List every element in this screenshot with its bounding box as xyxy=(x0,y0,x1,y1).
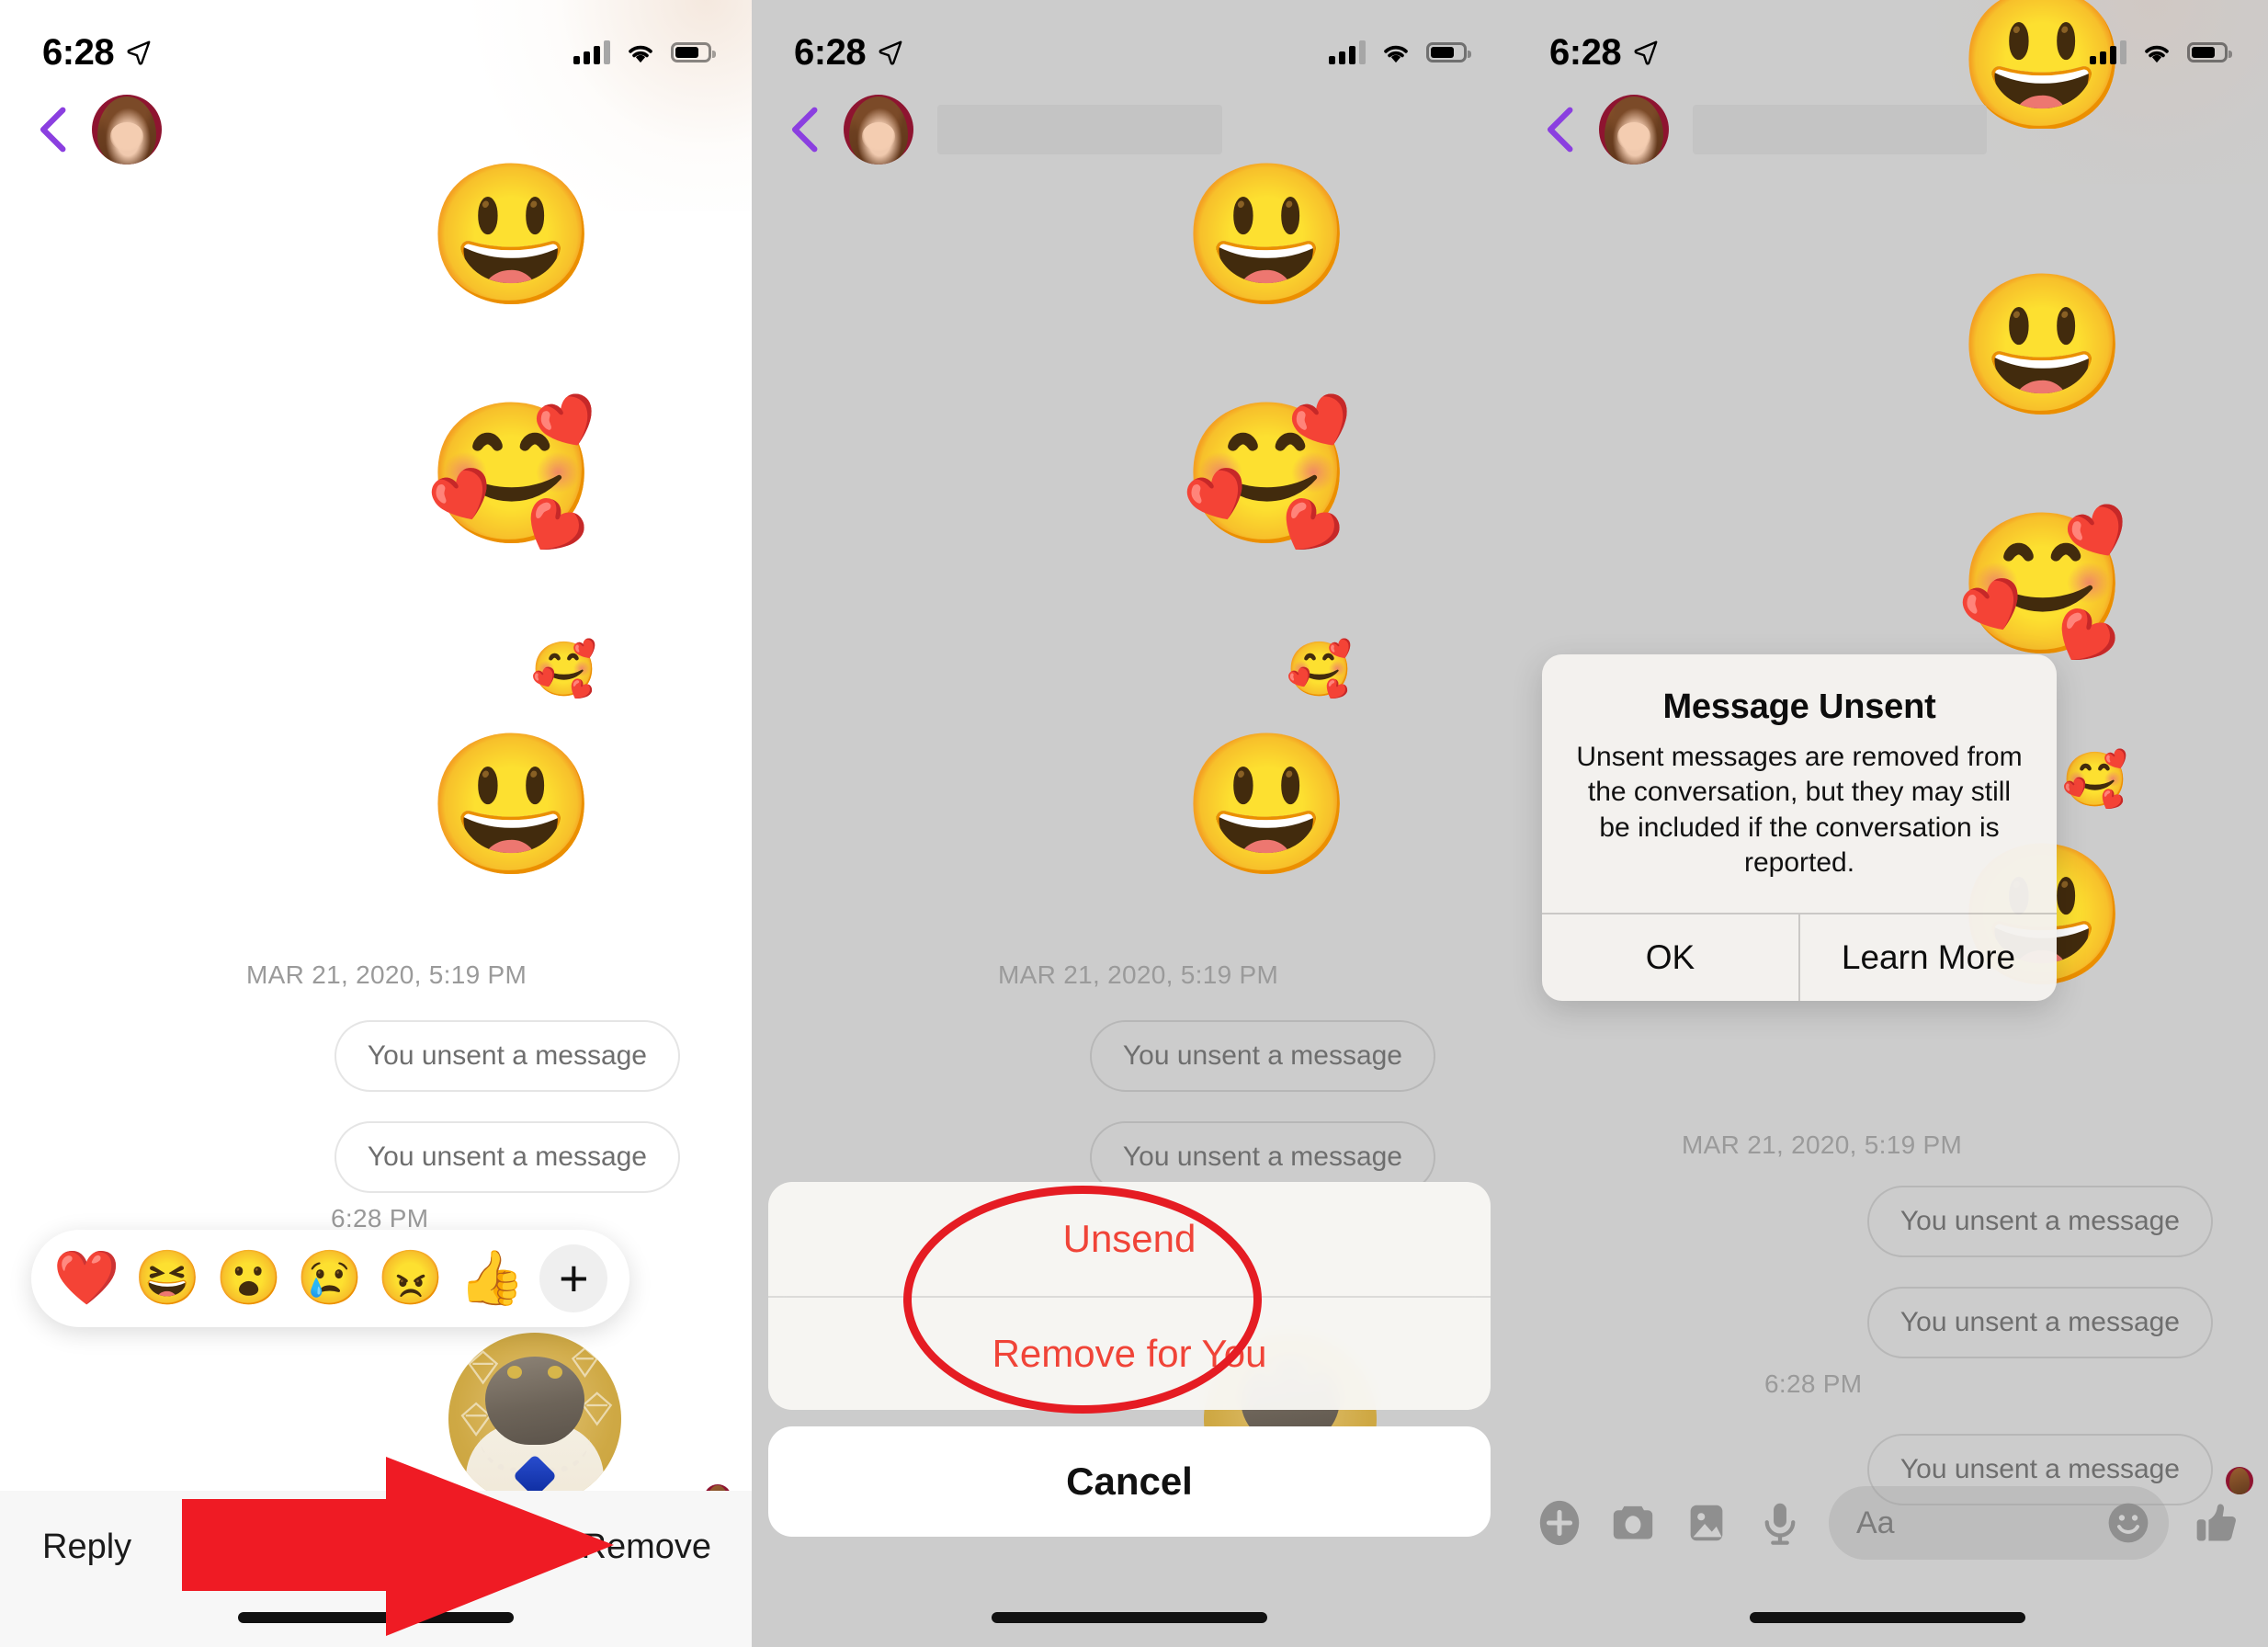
emoji-message[interactable]: 😃 xyxy=(1181,165,1353,303)
status-time: 6:28 xyxy=(42,31,115,73)
home-indicator xyxy=(992,1612,1267,1623)
conversation-header xyxy=(0,85,752,175)
emoji-message[interactable]: 😃 xyxy=(425,735,597,873)
reaction-sad[interactable]: 😢 xyxy=(297,1252,363,1305)
message-date-stamp: MAR 21, 2020, 5:19 PM xyxy=(246,960,527,989)
status-bar-left: 6:28 xyxy=(1549,32,1660,74)
emoji-message[interactable]: 🥰 xyxy=(1287,643,1353,697)
ok-button[interactable]: OK xyxy=(1542,914,1798,1001)
status-time: 6:28 xyxy=(794,31,867,73)
reaction-picker-bar[interactable]: ❤️ 😆 😮 😢 😠 👍 + xyxy=(31,1230,630,1327)
status-bar-right xyxy=(2090,40,2232,64)
unsent-message-bubble[interactable]: You unsent a message xyxy=(334,1020,680,1092)
back-chevron-icon[interactable] xyxy=(1544,106,1575,153)
avatar[interactable] xyxy=(92,95,162,165)
location-arrow-icon xyxy=(879,40,902,65)
wifi-icon xyxy=(2145,45,2169,63)
message-input-bar: Aa xyxy=(1507,1472,2268,1573)
cellular-signal-icon xyxy=(2090,40,2126,64)
cellular-signal-icon xyxy=(1329,40,1366,64)
battery-icon xyxy=(2187,42,2232,62)
message-time-stamp: 6:28 PM xyxy=(1764,1369,1863,1398)
screen-1-reaction-menu: 6:28 😃 🥰 🥰 😃 MAR 21, 2020, 5:19 PM You u… xyxy=(0,0,752,1647)
action-sheet-options: Unsend Remove for You xyxy=(768,1182,1491,1410)
status-bar: 6:28 xyxy=(0,0,752,85)
reaction-heart[interactable]: ❤️ xyxy=(53,1252,119,1305)
wifi-icon xyxy=(629,45,652,63)
unsend-option[interactable]: Unsend xyxy=(768,1182,1491,1296)
message-placeholder: Aa xyxy=(1856,1505,1895,1540)
alert-body: Message Unsent Unsent messages are remov… xyxy=(1542,654,2057,913)
reaction-angry[interactable]: 😠 xyxy=(378,1252,444,1305)
unsent-message-bubble[interactable]: You unsent a message xyxy=(1089,1020,1435,1092)
camera-icon[interactable] xyxy=(1608,1498,1658,1548)
three-panel-screenshot-strip: 6:28 😃 🥰 🥰 😃 MAR 21, 2020, 5:19 PM You u… xyxy=(0,0,2268,1647)
thumbs-up-icon[interactable] xyxy=(2193,1498,2240,1548)
home-indicator xyxy=(1750,1612,2025,1623)
alert-title: Message Unsent xyxy=(1662,687,1936,726)
learn-more-button[interactable]: Learn More xyxy=(1798,914,2057,1001)
annotation-arrow-icon xyxy=(182,1457,614,1636)
reaction-laughing[interactable]: 😆 xyxy=(134,1252,200,1305)
message-thread: 😃 🥰 🥰 😃 MAR 21, 2020, 5:19 PM You unsent… xyxy=(0,0,752,1647)
emoji-message[interactable]: 🥰 xyxy=(1956,515,2128,653)
back-chevron-icon[interactable] xyxy=(37,106,68,153)
alert-message: Unsent messages are removed from the con… xyxy=(1576,742,2023,879)
microphone-icon[interactable] xyxy=(1755,1498,1805,1548)
status-bar: 6:28 xyxy=(752,0,1507,85)
contact-name-redacted xyxy=(1693,105,1987,154)
battery-icon xyxy=(671,42,716,62)
location-arrow-icon xyxy=(127,40,151,65)
contact-name-redacted xyxy=(937,105,1222,154)
screen-2-unsend-action-sheet: 6:28 😃 🥰 🥰 😃 MAR 21, 2020, 5:19 PM You u… xyxy=(752,0,1507,1647)
unsent-message-bubble[interactable]: You unsent a message xyxy=(334,1121,680,1193)
cat-head xyxy=(485,1357,584,1446)
emoji-message[interactable]: 🥰 xyxy=(2062,754,2128,807)
reply-button[interactable]: Reply xyxy=(42,1528,131,1567)
add-reaction-button[interactable]: + xyxy=(539,1244,608,1312)
avatar[interactable] xyxy=(844,95,913,165)
back-chevron-icon[interactable] xyxy=(788,106,820,153)
avatar[interactable] xyxy=(1599,95,1669,165)
status-time: 6:28 xyxy=(1549,31,1622,73)
photo-library-icon[interactable] xyxy=(1682,1498,1731,1548)
status-bar-left: 6:28 xyxy=(794,32,904,74)
message-text-field[interactable]: Aa xyxy=(1829,1486,2169,1560)
message-date-stamp: MAR 21, 2020, 5:19 PM xyxy=(998,960,1279,989)
plus-circle-icon[interactable] xyxy=(1535,1498,1584,1548)
emoji-smiley-icon[interactable] xyxy=(2104,1499,2152,1547)
emoji-message[interactable]: 🥰 xyxy=(1181,404,1353,542)
message-date-stamp: MAR 21, 2020, 5:19 PM xyxy=(1682,1130,1963,1159)
conversation-header xyxy=(752,85,1507,175)
reaction-wow[interactable]: 😮 xyxy=(215,1252,281,1305)
status-bar-right xyxy=(1329,40,1471,64)
emoji-message[interactable]: 😃 xyxy=(1956,276,2128,414)
unsent-message-bubble[interactable]: You unsent a message xyxy=(1866,1287,2213,1358)
status-bar-left: 6:28 xyxy=(42,32,153,74)
emoji-message[interactable]: 🥰 xyxy=(425,404,597,542)
emoji-message[interactable]: 🥰 xyxy=(531,643,597,697)
unsent-message-bubble[interactable]: You unsent a message xyxy=(1866,1186,2213,1257)
conversation-header xyxy=(1507,85,2268,175)
status-bar-right xyxy=(573,40,716,64)
wifi-icon xyxy=(1384,45,1408,63)
message-unsent-alert: Message Unsent Unsent messages are remov… xyxy=(1542,654,2057,1001)
reaction-like[interactable]: 👍 xyxy=(459,1252,525,1305)
emoji-message[interactable]: 😃 xyxy=(1181,735,1353,873)
unsend-action-sheet: Unsend Remove for You Cancel xyxy=(768,1182,1491,1537)
battery-icon xyxy=(1426,42,1471,62)
remove-for-you-option[interactable]: Remove for You xyxy=(768,1296,1491,1410)
cellular-signal-icon xyxy=(573,40,610,64)
status-bar: 6:28 xyxy=(1507,0,2268,85)
location-arrow-icon xyxy=(1634,40,1658,65)
cancel-button[interactable]: Cancel xyxy=(768,1426,1491,1537)
emoji-message[interactable]: 😃 xyxy=(425,165,597,303)
screen-3-message-unsent-alert: 6:28 😃 😃 🥰 🥰 MAR 21, 2020, 5:19 PM You u… xyxy=(1507,0,2268,1647)
alert-actions: OK Learn More xyxy=(1542,912,2057,1001)
